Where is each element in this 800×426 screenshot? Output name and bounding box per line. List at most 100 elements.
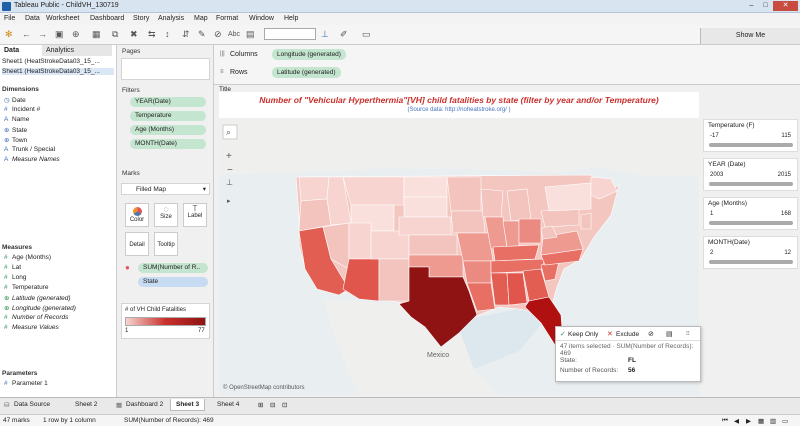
state-ar[interactable] bbox=[462, 260, 492, 284]
expand-toolbar-icon[interactable]: ▸ bbox=[227, 198, 231, 205]
range-slider[interactable] bbox=[709, 221, 793, 225]
rows-pill[interactable]: Latitude (generated) bbox=[272, 67, 341, 78]
save-icon[interactable]: ▣ bbox=[55, 29, 64, 40]
new-story-tab-icon[interactable]: ⊡ bbox=[282, 401, 287, 409]
state-wi[interactable] bbox=[480, 188, 504, 218]
state-ne[interactable] bbox=[398, 216, 452, 236]
zoom-in-icon[interactable]: + bbox=[226, 151, 232, 162]
state-az[interactable] bbox=[342, 258, 380, 302]
tab-data-source[interactable]: Data Source bbox=[14, 401, 50, 408]
nav-prev-icon[interactable]: ◀ bbox=[734, 417, 739, 425]
state-ky[interactable] bbox=[492, 244, 540, 262]
menu-analysis[interactable]: Analysis bbox=[158, 15, 184, 22]
state-ut[interactable] bbox=[348, 222, 372, 260]
tableau-icon[interactable]: ✻ bbox=[5, 29, 13, 40]
menu-help[interactable]: Help bbox=[284, 15, 298, 22]
filter-pill-temperature[interactable]: Temperature bbox=[130, 111, 206, 121]
menu-window[interactable]: Window bbox=[249, 15, 274, 22]
state-ny[interactable] bbox=[544, 182, 592, 212]
field-name[interactable]: A Name bbox=[4, 116, 29, 123]
undo-icon[interactable]: ← bbox=[22, 29, 31, 39]
filter-card-age[interactable]: Age (Months) 1 168 bbox=[703, 197, 798, 230]
state-sd[interactable] bbox=[403, 196, 448, 218]
field-date[interactable]: ◷ Date bbox=[4, 96, 26, 104]
filmstrip-view-icon[interactable]: ▥ bbox=[770, 417, 776, 425]
group-icon[interactable]: ⊘ bbox=[214, 29, 222, 40]
state-oh[interactable] bbox=[518, 218, 542, 244]
datasource-item[interactable]: Sheet1 (HeatStrokeData03_15_... bbox=[2, 58, 114, 65]
new-sheet-tab-icon[interactable]: ⊞ bbox=[258, 401, 263, 409]
field-trunk[interactable]: A Trunk / Special bbox=[4, 146, 55, 153]
state-mo[interactable] bbox=[456, 232, 494, 262]
color-button[interactable]: Color bbox=[125, 203, 149, 227]
state-wa[interactable] bbox=[298, 176, 330, 202]
sort-desc-icon[interactable]: ⇵ bbox=[182, 29, 190, 40]
group-members-icon[interactable]: ⊘ bbox=[648, 330, 654, 338]
size-button[interactable]: ◌ Size bbox=[154, 203, 178, 227]
tab-sheet-4[interactable]: Sheet 4 bbox=[217, 401, 239, 408]
state-pa[interactable] bbox=[540, 208, 580, 228]
range-slider[interactable] bbox=[709, 260, 793, 264]
view-data-icon[interactable]: ▤ bbox=[666, 330, 673, 338]
swap-icon[interactable]: ⇆ bbox=[148, 29, 156, 40]
field-measure-values[interactable]: # Measure Values bbox=[4, 324, 59, 331]
menu-story[interactable]: Story bbox=[133, 15, 149, 22]
field-lat[interactable]: # Lat bbox=[4, 264, 21, 271]
filter-pill-month[interactable]: MONTH(Date) bbox=[130, 139, 206, 149]
datasource-item[interactable]: Sheet1 (HeatStrokeData03_15_... bbox=[2, 68, 114, 75]
field-temperature[interactable]: # Temperature bbox=[4, 284, 49, 291]
fit-icon[interactable]: ▤ bbox=[246, 29, 255, 40]
fit-dropdown[interactable] bbox=[264, 28, 316, 40]
tab-sheet-2[interactable]: Sheet 2 bbox=[75, 401, 97, 408]
field-number-of-records[interactable]: # Number of Records bbox=[4, 314, 68, 321]
state-ia[interactable] bbox=[450, 210, 486, 234]
filter-card-month[interactable]: MONTH(Date) 2 12 bbox=[703, 236, 798, 269]
tabs-view-icon[interactable]: ▭ bbox=[782, 417, 788, 425]
title-box[interactable]: Number of "Vehicular Hyperthermia"[VH] c… bbox=[219, 92, 699, 118]
state-nd[interactable] bbox=[403, 176, 448, 198]
field-town[interactable]: ⊕ Town bbox=[4, 136, 27, 144]
nav-first-icon[interactable]: ⏮ bbox=[722, 417, 728, 425]
mark-pill-sum-records[interactable]: SUM(Number of R.. bbox=[138, 263, 208, 273]
annotate-icon[interactable]: ✐ bbox=[340, 29, 348, 40]
redo-icon[interactable]: → bbox=[38, 29, 47, 39]
osm-attribution[interactable]: © OpenStreetMap contributors bbox=[223, 384, 304, 391]
field-incident[interactable]: # Incident # bbox=[4, 106, 40, 113]
pages-shelf[interactable] bbox=[121, 58, 210, 80]
state-mi[interactable] bbox=[506, 188, 532, 222]
filter-card-year[interactable]: YEAR (Date) 2003 2015 bbox=[703, 158, 798, 191]
menu-map[interactable]: Map bbox=[194, 15, 208, 22]
source-note[interactable]: (Source data: http://noheatstroke.org/ ) bbox=[219, 107, 699, 113]
close-icon[interactable]: ✕ bbox=[773, 1, 798, 11]
field-state[interactable]: ⊕ State bbox=[4, 126, 27, 134]
grid-view-icon[interactable]: ▦ bbox=[758, 417, 764, 425]
state-nj[interactable] bbox=[580, 212, 592, 230]
filter-card-temperature[interactable]: Temperature (F) -17 115 bbox=[703, 119, 798, 152]
label-button[interactable]: T Label bbox=[183, 203, 207, 227]
pin-map-icon[interactable]: ⊥ bbox=[226, 178, 233, 187]
state-ks[interactable] bbox=[408, 234, 458, 256]
minimize-icon[interactable]: – bbox=[745, 1, 758, 11]
mark-type-dropdown[interactable]: Filled Map ▾ bbox=[121, 183, 210, 195]
new-dashboard-tab-icon[interactable]: ⊟ bbox=[270, 401, 275, 409]
detail-button[interactable]: Detail bbox=[125, 232, 149, 256]
filter-pill-age[interactable]: Age (Months) bbox=[130, 125, 206, 135]
field-longitude-generated[interactable]: ⊕ Longitude (generated) bbox=[4, 304, 76, 312]
exclude-button[interactable]: Exclude bbox=[616, 331, 639, 338]
menu-file[interactable]: File bbox=[4, 15, 15, 22]
state-mt[interactable] bbox=[342, 176, 405, 206]
menu-format[interactable]: Format bbox=[216, 15, 238, 22]
highlight-icon[interactable]: ✎ bbox=[198, 29, 206, 40]
field-long[interactable]: # Long bbox=[4, 274, 26, 281]
more-options-icon[interactable]: ⁝⁝ bbox=[686, 330, 690, 337]
field-age[interactable]: # Age (Months) bbox=[4, 254, 51, 261]
filter-pill-year[interactable]: YEAR(Date) bbox=[130, 97, 206, 107]
duplicate-icon[interactable]: ⧉ bbox=[112, 29, 118, 40]
maximize-icon[interactable]: □ bbox=[759, 1, 772, 11]
state-mn[interactable] bbox=[446, 176, 482, 212]
sort-asc-icon[interactable]: ↕ bbox=[165, 29, 170, 39]
show-me-button[interactable]: Show Me bbox=[700, 28, 800, 44]
field-latitude-generated[interactable]: ⊕ Latitude (generated) bbox=[4, 294, 71, 302]
mark-pill-state[interactable]: State bbox=[138, 277, 208, 287]
new-sheet-icon[interactable]: ▦ bbox=[92, 29, 101, 40]
